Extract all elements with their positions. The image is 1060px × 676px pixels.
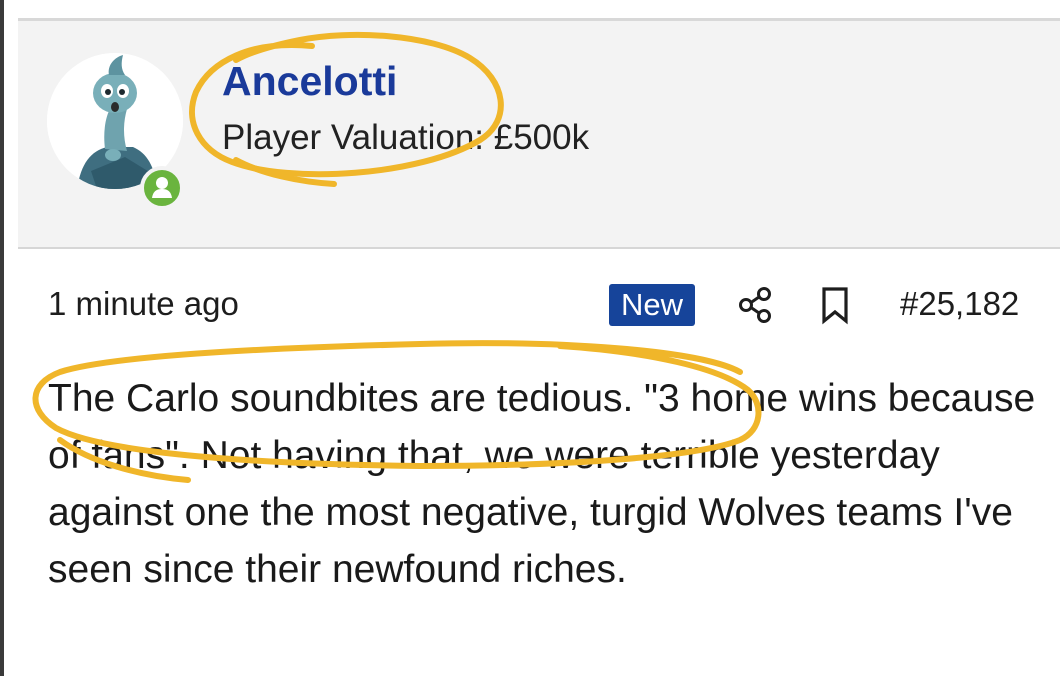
author-name-link[interactable]: Ancelotti xyxy=(222,58,397,105)
online-user-icon xyxy=(152,177,172,198)
forum-post-screenshot: Ancelotti Player Valuation: £500k 1 minu… xyxy=(0,0,1060,676)
bookmark-icon[interactable] xyxy=(818,285,852,325)
post-body-text: The Carlo soundbites are tedious. "3 hom… xyxy=(48,377,1036,591)
author-valuation: Player Valuation: £500k xyxy=(222,118,590,157)
share-icon[interactable] xyxy=(736,285,776,325)
online-status-badge xyxy=(140,166,184,210)
post-timestamp[interactable]: 1 minute ago xyxy=(48,285,239,323)
new-badge: New xyxy=(609,284,696,326)
post-number-link[interactable]: #25,182 xyxy=(900,285,1019,323)
left-edge-divider xyxy=(0,0,4,676)
